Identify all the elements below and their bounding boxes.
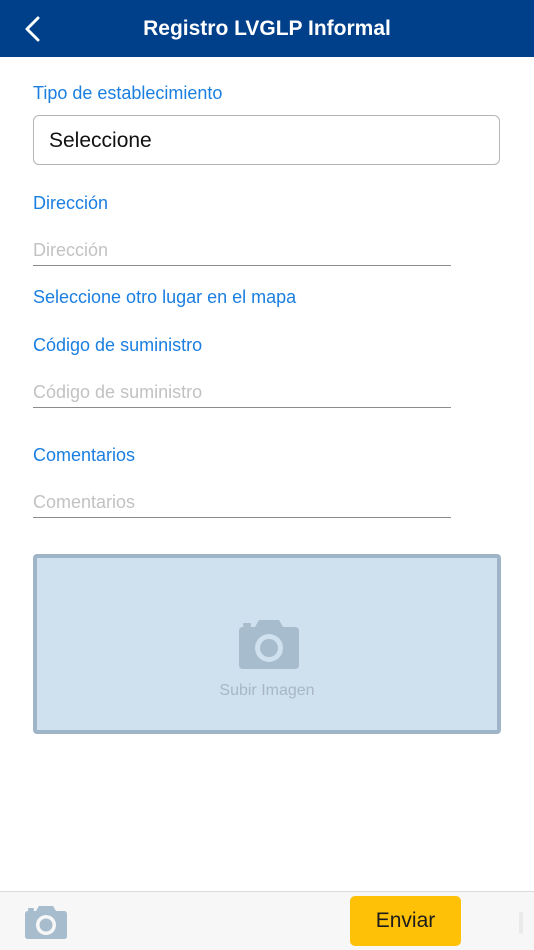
comentarios-label: Comentarios <box>33 445 136 465</box>
page-title: Registro LVGLP Informal <box>143 17 391 40</box>
send-button[interactable]: Enviar <box>350 896 461 946</box>
scroll-indicator <box>519 912 523 934</box>
tipo-establecimiento-label: Tipo de establecimiento <box>33 83 223 103</box>
codigo-suministro-label: Código de suministro <box>33 335 203 355</box>
camera-button[interactable] <box>24 904 68 940</box>
nav-bar: Registro LVGLP Informal <box>0 0 534 57</box>
tipo-establecimiento-selected-value: Seleccione <box>49 129 152 152</box>
upload-image-area[interactable]: Subir Imagen <box>33 554 501 734</box>
bottom-toolbar: Enviar <box>0 891 534 950</box>
codigo-suministro-input[interactable] <box>33 377 451 408</box>
upload-image-label: Subir Imagen <box>219 682 315 699</box>
direccion-label: Dirección <box>33 193 109 213</box>
tipo-establecimiento-select[interactable]: Seleccione <box>33 115 500 165</box>
select-map-location-link[interactable]: Seleccione otro lugar en el mapa <box>33 287 296 308</box>
camera-icon <box>25 906 67 939</box>
camera-icon <box>239 620 299 669</box>
direccion-input[interactable] <box>33 235 451 266</box>
comentarios-input[interactable] <box>33 487 451 518</box>
